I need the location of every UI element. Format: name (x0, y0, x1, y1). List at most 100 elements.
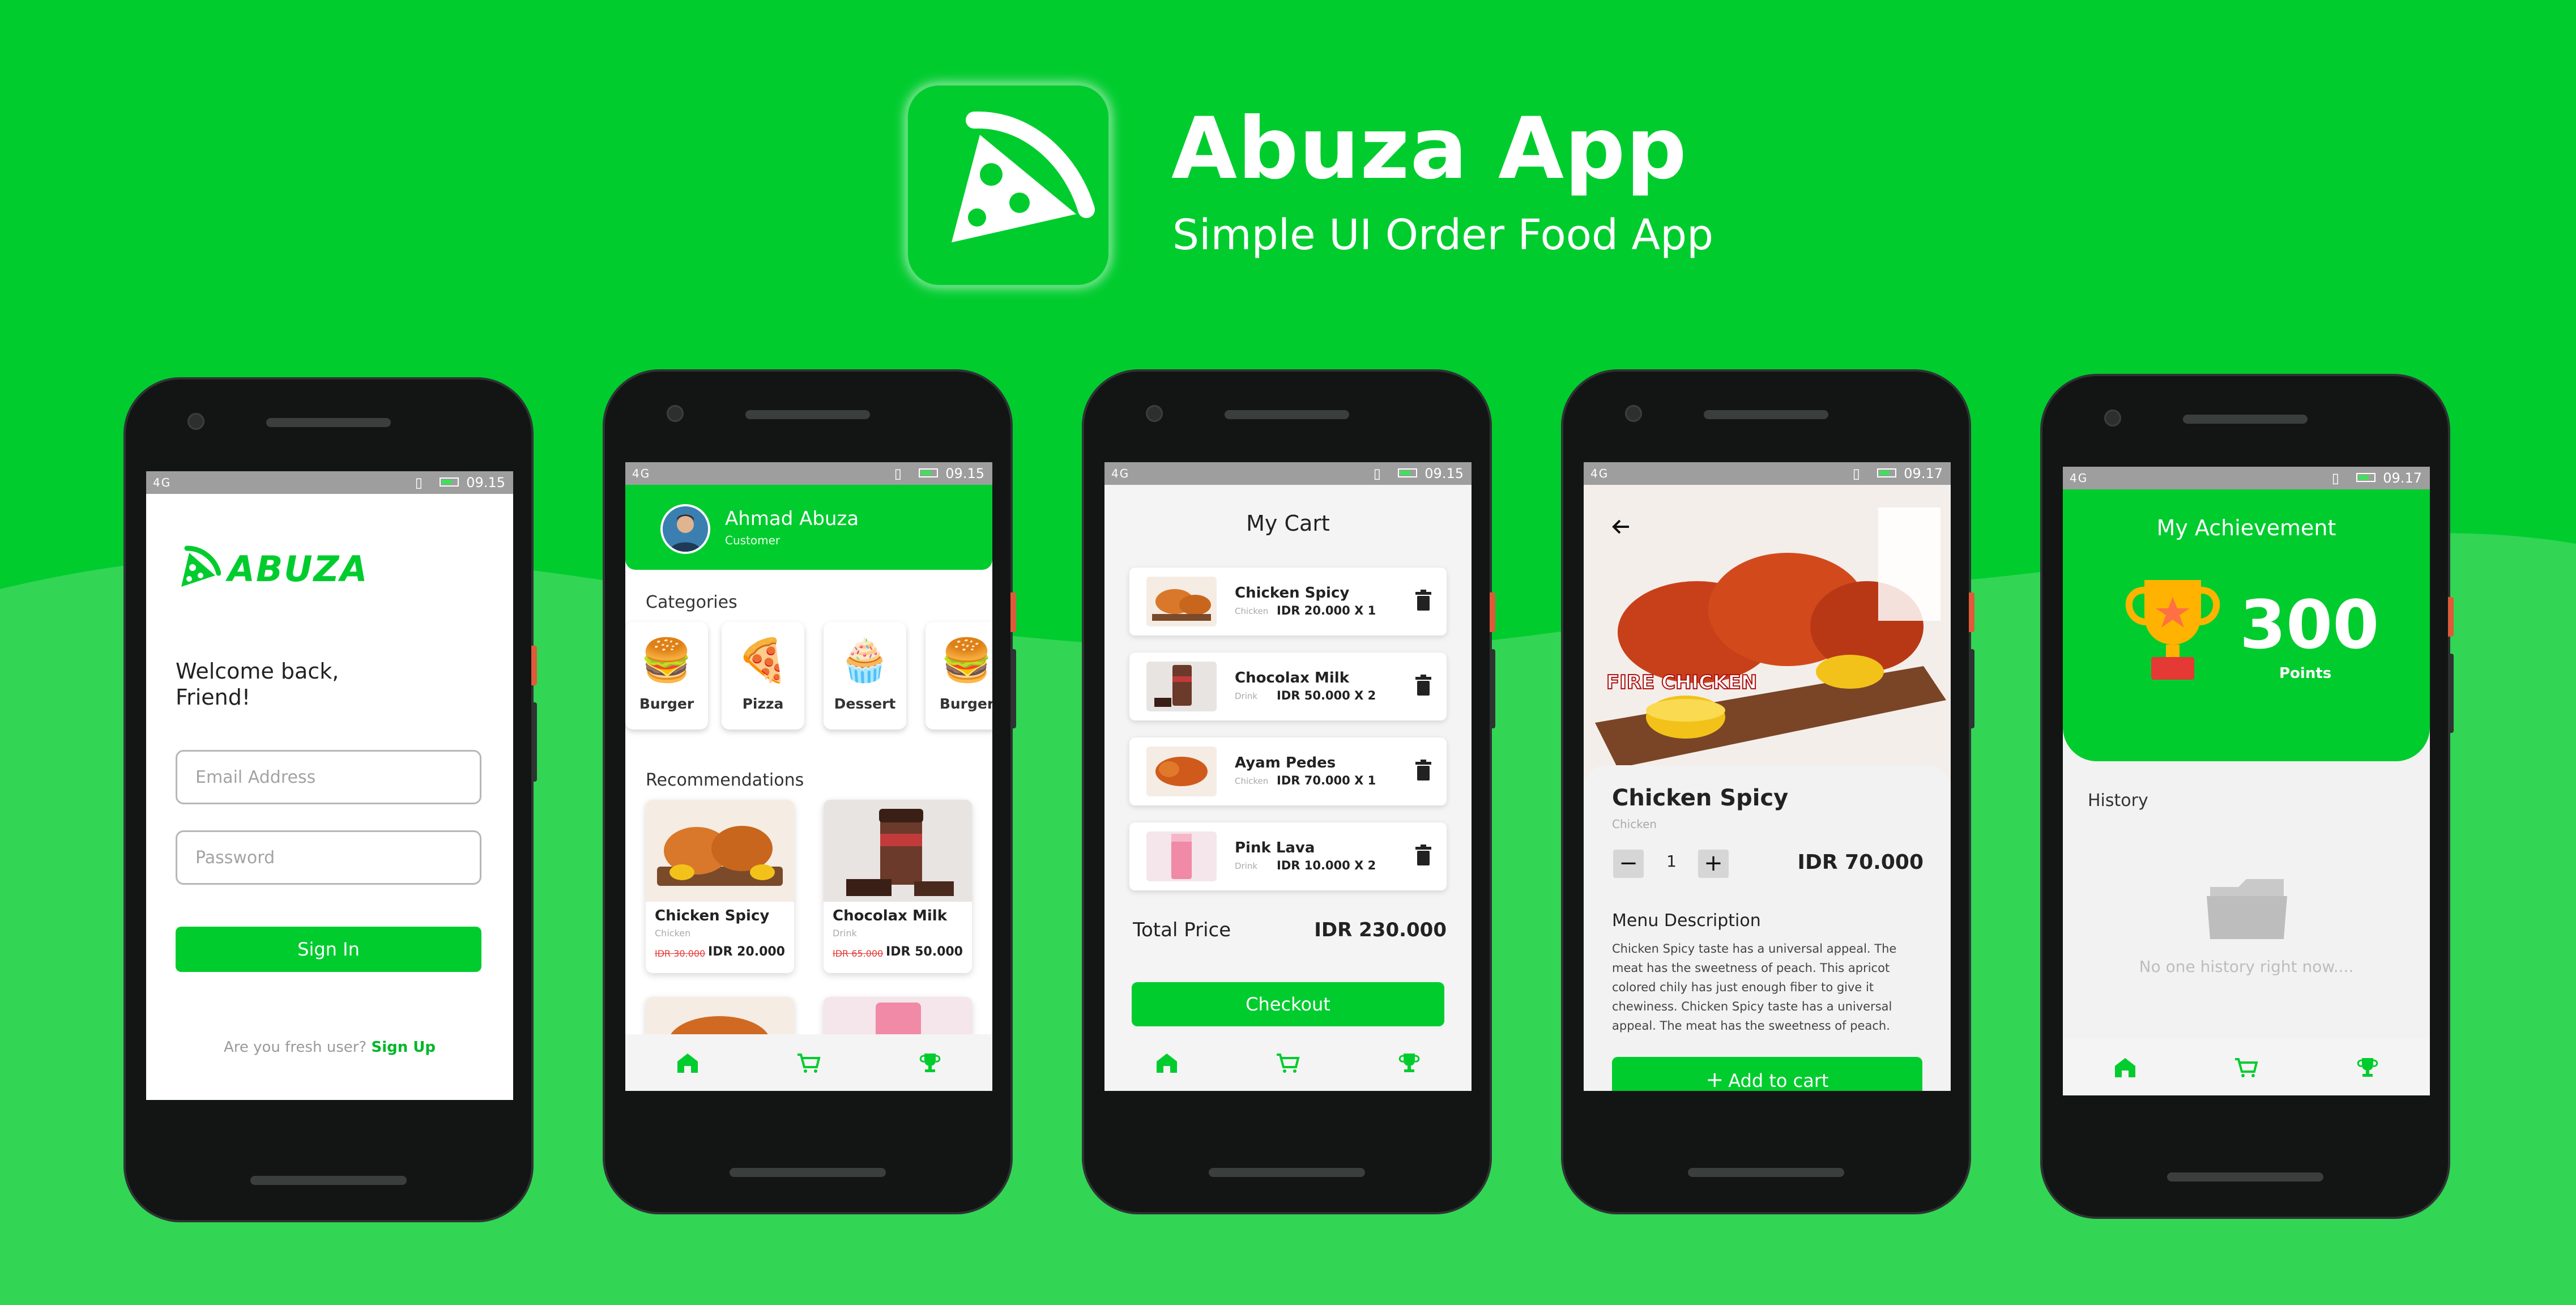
bottom-nav (1104, 1034, 1472, 1091)
food-name: Chocolax Milk (833, 907, 947, 924)
item-name: Ayam Pedes (1235, 754, 1336, 771)
home-icon[interactable] (2113, 1056, 2138, 1078)
increase-quantity-button[interactable]: + (1698, 850, 1729, 878)
achievement-header: My Achievement 300 Points (2063, 489, 2430, 761)
trophy-icon[interactable] (918, 1051, 942, 1074)
food-hero-image: FIRE CHICKEN (1584, 485, 1951, 779)
cupcake-icon: 🧁 (838, 636, 892, 685)
clock: 09.17 (1904, 466, 1943, 481)
home-icon[interactable] (675, 1051, 700, 1074)
password-field[interactable] (176, 830, 481, 885)
signal-indicator: 4G (153, 476, 172, 489)
volume-button (2448, 654, 2454, 733)
sign-up-question: Are you fresh user? (223, 1039, 367, 1056)
signal-indicator: 4G (1111, 467, 1130, 480)
add-to-cart-button[interactable]: + Add to cart (1612, 1057, 1922, 1091)
chocolate-milk-image (824, 800, 972, 902)
pink-drink-thumbnail (1146, 831, 1217, 881)
user-portrait-icon (663, 506, 708, 552)
cart-icon[interactable] (2234, 1056, 2259, 1078)
vibrate-icon: ▯ (894, 466, 902, 481)
category-card[interactable]: 🧁 Dessert (824, 622, 906, 730)
avatar[interactable] (663, 506, 708, 552)
sign-up-prompt: Are you fresh user? Sign Up (146, 1039, 513, 1056)
recommendation-card[interactable]: Chicken Spicy Chicken IDR 30.000 IDR 20.… (646, 800, 794, 973)
user-role: Customer (725, 534, 781, 547)
plus-icon: + (1705, 1067, 1724, 1091)
category-label: Burger (639, 696, 694, 712)
item-name: Chocolax Milk (1235, 669, 1349, 686)
description-text: Chicken Spicy taste has a universal appe… (1612, 942, 1897, 1033)
volume-button (1010, 649, 1016, 728)
category-card[interactable]: 🍔 Burger (926, 622, 992, 730)
clock: 09.15 (945, 466, 984, 481)
bottom-nav (625, 1034, 992, 1091)
battery-icon (440, 477, 459, 487)
vibrate-icon: ▯ (1852, 466, 1860, 481)
sign-up-link[interactable]: Sign Up (372, 1039, 436, 1056)
earpiece (745, 410, 870, 419)
back-arrow-icon[interactable] (1610, 515, 1632, 538)
chocolate-milk-thumbnail (1146, 662, 1217, 711)
power-button (1969, 592, 1974, 632)
power-button (1010, 592, 1016, 632)
phone-achievement: 4G ▯ 09.17 My Achievement 300 Points His… (2042, 376, 2454, 1217)
user-name: Ahmad Abuza (725, 508, 859, 530)
points-label: Points (2279, 665, 2332, 682)
quantity-value: 1 (1666, 852, 1677, 871)
phone-detail: 4G ▯ 09.17 FIRE CHICKEN Chicken Spicy Ch… (1563, 372, 1974, 1212)
recommendation-card[interactable]: Chocolax Milk Drink IDR 65.000 IDR 50.00… (824, 800, 972, 973)
item-price: IDR 70.000 X 1 (1277, 774, 1376, 787)
trash-icon[interactable] (1415, 674, 1432, 697)
chicken-thumbnail (1146, 577, 1217, 626)
cart-item[interactable]: Ayam Pedes Chicken IDR 70.000 X 1 (1129, 737, 1447, 805)
email-field[interactable] (176, 750, 481, 804)
logo-wordmark: ABUZA (228, 548, 369, 590)
fried-chicken-image (646, 800, 794, 902)
clock: 09.17 (2383, 470, 2422, 486)
trophy-icon[interactable] (2355, 1056, 2380, 1078)
category-label: Dessert (834, 696, 896, 712)
phone-home: 4G ▯ 09.15 Ahmad Abuza Customer Categori… (605, 372, 1016, 1212)
screen-login: 4G ▯ 09.15 ABUZA Welcome back, Friend! S… (146, 471, 513, 1100)
item-category: Drink (1235, 691, 1258, 701)
add-to-cart-label: Add to cart (1728, 1070, 1829, 1091)
page-title: My Achievement (2156, 515, 2336, 540)
checkout-button[interactable]: Checkout (1132, 982, 1444, 1026)
bottom-speaker (1688, 1168, 1844, 1177)
item-category: Drink (1235, 861, 1258, 871)
cart-item[interactable]: Chocolax Milk Drink IDR 50.000 X 2 (1129, 652, 1447, 720)
item-category: Chicken (1235, 606, 1269, 616)
item-price: IDR 50.000 X 2 (1277, 689, 1376, 702)
cart-icon[interactable] (796, 1051, 821, 1074)
status-bar: 4G ▯ 09.15 (1104, 462, 1472, 485)
item-name: Pink Lava (1235, 839, 1315, 856)
home-icon[interactable] (1154, 1051, 1179, 1074)
power-button (1490, 592, 1495, 632)
cart-item[interactable]: Pink Lava Drink IDR 10.000 X 2 (1129, 822, 1447, 890)
trophy-icon[interactable] (1397, 1051, 1422, 1074)
food-name: Chicken Spicy (1612, 785, 1789, 811)
food-category: Chicken (655, 928, 691, 939)
food-price: IDR 50.000 (886, 945, 963, 959)
trash-icon[interactable] (1415, 844, 1432, 867)
app-icon (906, 84, 1110, 287)
volume-button (1490, 649, 1495, 728)
status-bar: 4G ▯ 09.15 (146, 471, 513, 494)
battery-icon (1877, 468, 1896, 477)
bottom-speaker (2167, 1172, 2323, 1182)
cart-item[interactable]: Chicken Spicy Chicken IDR 20.000 X 1 (1129, 568, 1447, 636)
trash-icon[interactable] (1415, 589, 1432, 612)
decrease-quantity-button[interactable]: − (1613, 850, 1644, 878)
original-price: IDR 65.000 (833, 948, 884, 959)
trash-icon[interactable] (1415, 759, 1432, 782)
earpiece (1704, 410, 1828, 419)
cart-icon[interactable] (1276, 1051, 1300, 1074)
empty-history-text: No one history right now.... (2139, 957, 2354, 976)
volume-button (531, 702, 537, 782)
category-card[interactable]: 🍕 Pizza (722, 622, 804, 730)
sign-in-button[interactable]: Sign In (176, 927, 481, 972)
category-card[interactable]: 🍔 Burger (625, 622, 708, 730)
food-category: Drink (833, 928, 857, 939)
total-label: Total Price (1133, 919, 1231, 941)
